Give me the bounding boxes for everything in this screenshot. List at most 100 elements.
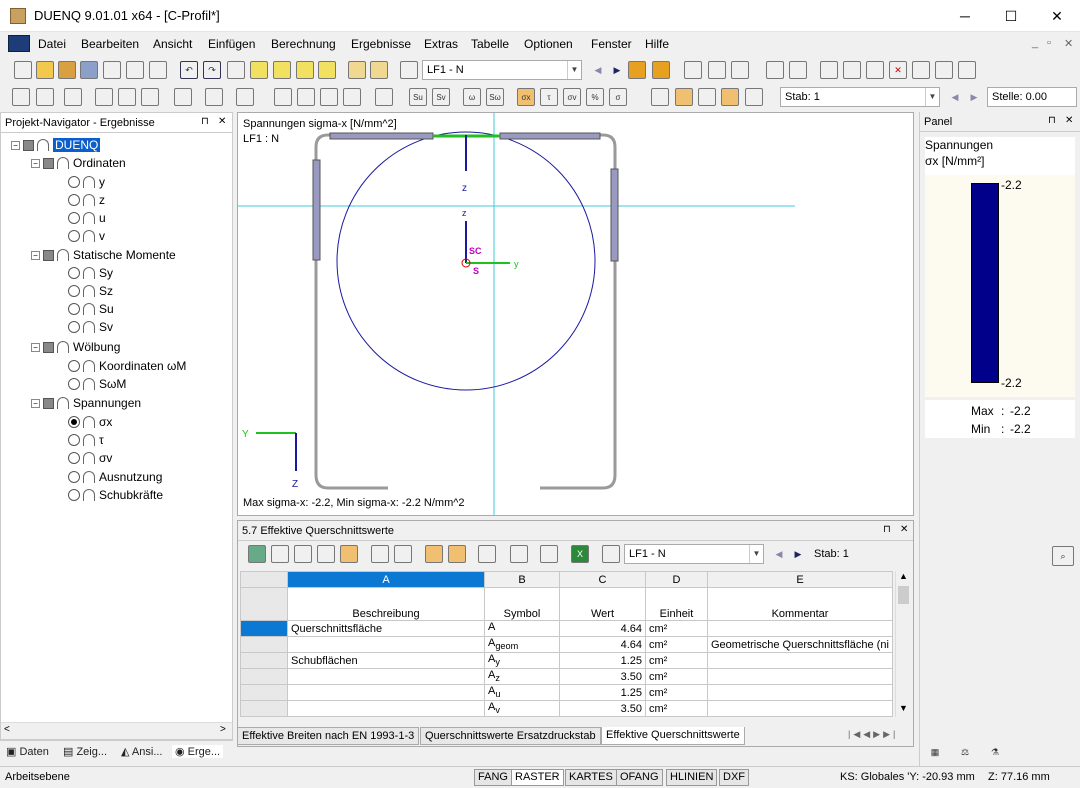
cell-desc[interactable] xyxy=(287,668,485,685)
cell-unit[interactable]: cm² xyxy=(645,652,708,669)
table-loadcase-combo[interactable]: LF1 - N ▼ xyxy=(624,544,764,564)
scroll-down-icon[interactable]: ▼ xyxy=(899,703,908,713)
delete-icon[interactable]: ✕ xyxy=(889,61,907,79)
tool1-icon[interactable] xyxy=(820,61,838,79)
close-icon[interactable]: ✕ xyxy=(218,116,226,127)
scroll-right-icon[interactable]: > xyxy=(220,724,226,735)
table-prev-icon[interactable]: ◀ xyxy=(770,545,788,563)
view3-icon[interactable] xyxy=(731,61,749,79)
mdi-minimize-icon[interactable]: _ xyxy=(1032,37,1038,49)
color-scale-icon[interactable] xyxy=(745,88,763,106)
collapse-icon[interactable]: − xyxy=(31,342,40,352)
maximize-button[interactable]: ☐ xyxy=(988,0,1034,32)
scroll-left-icon[interactable]: < xyxy=(4,724,10,735)
scroll-thumb[interactable] xyxy=(898,586,909,604)
pin-icon[interactable]: ⊓ xyxy=(201,116,209,127)
next-stab-icon[interactable]: ▶ xyxy=(965,88,983,106)
radio-selected[interactable] xyxy=(68,416,80,428)
table-tool2-icon[interactable] xyxy=(271,545,289,563)
print-icon[interactable] xyxy=(103,61,121,79)
collapse-icon[interactable]: − xyxy=(31,398,40,408)
cell-unit[interactable]: cm² xyxy=(645,620,708,637)
cell-symbol[interactable]: Au xyxy=(484,684,560,701)
table-row[interactable]: Au 1.25 cm² xyxy=(240,684,893,701)
menu-hilfe[interactable]: Hilfe xyxy=(645,37,669,51)
row-header-selected[interactable] xyxy=(240,620,288,637)
target-icon[interactable] xyxy=(273,61,291,79)
row-header[interactable] xyxy=(240,684,288,701)
row-header[interactable] xyxy=(240,636,288,653)
cell-symbol[interactable]: Az xyxy=(484,668,560,685)
tab-ansichten[interactable]: ◭ Ansi... xyxy=(121,745,163,758)
cell-unit[interactable]: cm² xyxy=(645,636,708,653)
cell-value[interactable]: 1.25 xyxy=(559,652,646,669)
tool3-icon[interactable] xyxy=(866,61,884,79)
radio[interactable] xyxy=(68,434,80,446)
row-header[interactable] xyxy=(240,668,288,685)
menu-datei[interactable]: Datei xyxy=(38,37,66,51)
status-ofang-button[interactable]: OFANG xyxy=(616,769,663,786)
panel-view-icon[interactable] xyxy=(370,61,388,79)
radio[interactable] xyxy=(68,321,80,333)
panel-legend-icon[interactable]: ▦ xyxy=(926,743,944,761)
tree-item-schubkraefte[interactable]: Schubkräfte xyxy=(68,486,163,504)
sigma-pl-icon[interactable]: σ xyxy=(609,88,627,106)
column-letter-a[interactable]: A xyxy=(287,571,485,588)
cell-unit[interactable]: cm² xyxy=(645,668,708,685)
cell-value[interactable]: 3.50 xyxy=(559,700,646,717)
radio[interactable] xyxy=(68,489,80,501)
cell-desc[interactable]: Schubflächen xyxy=(287,652,485,669)
sigma-v-icon[interactable]: σv xyxy=(563,88,581,106)
column-letter-c[interactable]: C xyxy=(559,571,646,588)
menu-bearbeiten[interactable]: Bearbeiten xyxy=(81,37,139,51)
menu-berechnung[interactable]: Berechnung xyxy=(271,37,336,51)
tree-item-y[interactable]: y xyxy=(68,173,105,191)
new-file-icon[interactable] xyxy=(14,61,32,79)
radio[interactable] xyxy=(68,378,80,390)
cell-comment[interactable]: Geometrische Querschnittsfläche (ni xyxy=(707,636,893,653)
section-view-icon[interactable] xyxy=(675,88,693,106)
su-icon[interactable]: Su xyxy=(409,88,427,106)
stab-combo[interactable]: Stab: 1 ▼ xyxy=(780,87,940,107)
values-icon[interactable] xyxy=(652,61,670,79)
status-fang-button[interactable]: FANG xyxy=(474,769,512,786)
radio[interactable] xyxy=(68,452,80,464)
loadcase-icon[interactable] xyxy=(400,61,418,79)
status-kartes-button[interactable]: KARTES xyxy=(565,769,617,786)
table-tool8-icon[interactable] xyxy=(425,545,443,563)
menu-fenster[interactable]: Fenster xyxy=(591,37,632,51)
print-preview-icon[interactable] xyxy=(149,61,167,79)
view1-icon[interactable] xyxy=(684,61,702,79)
grid-icon[interactable] xyxy=(296,61,314,79)
omega-icon[interactable]: ω xyxy=(463,88,481,106)
tool7-icon[interactable] xyxy=(958,61,976,79)
table-tool3-icon[interactable] xyxy=(294,545,312,563)
table-tool10-icon[interactable] xyxy=(478,545,496,563)
sheet-nav-arrows[interactable]: |◀◀▶▶| xyxy=(848,729,898,740)
radio[interactable] xyxy=(68,471,80,483)
window-icon[interactable] xyxy=(318,61,336,79)
sheet-tab-ersatzdruckstab[interactable]: Querschnittswerte Ersatzdruckstab xyxy=(420,727,601,745)
doc-icon[interactable] xyxy=(8,35,30,52)
print-graphic-icon[interactable] xyxy=(126,61,144,79)
zoom-icon[interactable]: ⌕ xyxy=(1052,546,1074,566)
cell-unit[interactable]: cm² xyxy=(645,684,708,701)
close-button[interactable]: ✕ xyxy=(1034,0,1080,32)
radio[interactable] xyxy=(68,212,80,224)
column-letter-d[interactable]: D xyxy=(645,571,708,588)
table-next-icon[interactable]: ▶ xyxy=(789,545,807,563)
tab-daten[interactable]: ▣ Daten xyxy=(6,745,49,758)
zoom-icon[interactable] xyxy=(320,88,338,106)
table-tool5-icon[interactable] xyxy=(340,545,358,563)
tree-group-spannungen[interactable]: − Spannungen xyxy=(31,394,141,412)
menu-optionen[interactable]: Optionen xyxy=(524,37,573,51)
cell-value[interactable]: 4.64 xyxy=(559,620,646,637)
redo-icon[interactable]: ↷ xyxy=(203,61,221,79)
table-row[interactable]: Querschnittsfläche A 4.64 cm² xyxy=(240,620,893,637)
load-icon[interactable] xyxy=(205,88,223,106)
table-tool12-icon[interactable] xyxy=(540,545,558,563)
edit-icon[interactable] xyxy=(227,61,245,79)
tree-item-sigma-v[interactable]: σv xyxy=(68,449,112,467)
member-icon[interactable] xyxy=(95,88,113,106)
menu-ansicht[interactable]: Ansicht xyxy=(153,37,192,51)
